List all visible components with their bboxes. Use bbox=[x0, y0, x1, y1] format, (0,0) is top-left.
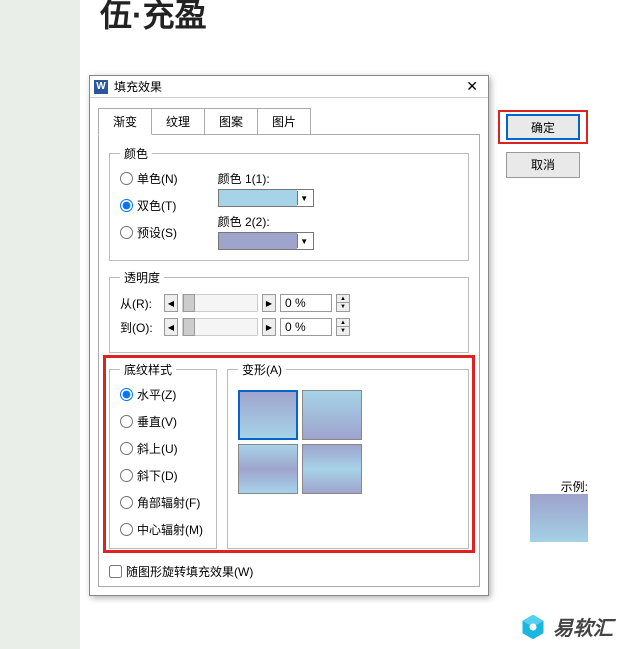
hex-icon bbox=[519, 613, 547, 641]
color1-picker[interactable]: ▼ bbox=[218, 189, 314, 207]
radio-diagonal-up-label: 斜上(U) bbox=[137, 440, 178, 457]
variant-3[interactable] bbox=[238, 444, 298, 494]
shading-style-legend: 底纹样式 bbox=[120, 361, 176, 378]
radio-from-center-label: 中心辐射(M) bbox=[137, 521, 203, 538]
from-slider[interactable] bbox=[182, 294, 258, 312]
page-title: 伍·充盈 bbox=[100, 0, 207, 36]
radio-single-color-label: 单色(N) bbox=[137, 170, 178, 187]
from-increment[interactable]: ▶ bbox=[262, 294, 276, 312]
radio-horizontal[interactable]: 水平(Z) bbox=[120, 386, 206, 403]
radio-from-corner[interactable]: 角部辐射(F) bbox=[120, 494, 206, 511]
to-spinner[interactable]: ▲▼ bbox=[336, 318, 350, 336]
radio-diagonal-up[interactable]: 斜上(U) bbox=[120, 440, 206, 457]
radio-single-color[interactable]: 单色(N) bbox=[120, 170, 178, 187]
to-slider[interactable] bbox=[182, 318, 258, 336]
to-decrement[interactable]: ◀ bbox=[164, 318, 178, 336]
tab-pattern[interactable]: 图案 bbox=[204, 108, 258, 134]
rotate-with-shape-checkbox[interactable]: 随图形旋转填充效果(W) bbox=[109, 563, 469, 580]
color2-swatch bbox=[219, 233, 297, 249]
radio-diagonal-down[interactable]: 斜下(D) bbox=[120, 467, 206, 484]
sample-label: 示例: bbox=[561, 478, 588, 495]
radio-diagonal-down-label: 斜下(D) bbox=[137, 467, 178, 484]
ok-button[interactable]: 确定 bbox=[506, 114, 580, 140]
dialog-titlebar: W 填充效果 ✕ bbox=[90, 76, 488, 98]
transparency-fieldset: 透明度 从(R): ◀ ▶ 0 % ▲▼ 到(O): ◀ ▶ 0 % ▲▼ bbox=[109, 269, 469, 353]
color2-label: 颜色 2(2): bbox=[218, 213, 314, 230]
transparency-legend: 透明度 bbox=[120, 269, 164, 286]
variant-legend: 变形(A) bbox=[238, 361, 286, 378]
from-label: 从(R): bbox=[120, 295, 160, 312]
tab-texture[interactable]: 纹理 bbox=[151, 108, 205, 134]
rotate-with-shape-label: 随图形旋转填充效果(W) bbox=[126, 563, 253, 580]
from-decrement[interactable]: ◀ bbox=[164, 294, 178, 312]
tab-gradient[interactable]: 渐变 bbox=[98, 108, 152, 135]
tab-picture[interactable]: 图片 bbox=[257, 108, 311, 134]
radio-from-center[interactable]: 中心辐射(M) bbox=[120, 521, 206, 538]
radio-horizontal-label: 水平(Z) bbox=[137, 386, 176, 403]
variant-1[interactable] bbox=[238, 390, 298, 440]
radio-preset-label: 预设(S) bbox=[137, 224, 177, 241]
color1-label: 颜色 1(1): bbox=[218, 170, 314, 187]
ok-highlight: 确定 bbox=[498, 110, 588, 144]
radio-preset[interactable]: 预设(S) bbox=[120, 224, 178, 241]
color1-swatch bbox=[219, 190, 297, 206]
watermark-logo: 易软汇 bbox=[519, 612, 613, 641]
color2-picker[interactable]: ▼ bbox=[218, 232, 314, 250]
shading-style-fieldset: 底纹样式 水平(Z) 垂直(V) 斜上(U) 斜下(D) 角部辐射(F) 中心辐… bbox=[109, 361, 217, 549]
close-icon[interactable]: ✕ bbox=[462, 78, 482, 95]
to-label: 到(O): bbox=[120, 319, 160, 336]
to-increment[interactable]: ▶ bbox=[262, 318, 276, 336]
app-icon: W bbox=[94, 80, 108, 94]
chevron-down-icon[interactable]: ▼ bbox=[297, 191, 311, 205]
slider-thumb[interactable] bbox=[183, 318, 195, 336]
radio-vertical-label: 垂直(V) bbox=[137, 413, 177, 430]
from-spinner[interactable]: ▲▼ bbox=[336, 294, 350, 312]
color-fieldset: 颜色 单色(N) 双色(T) 预设(S) bbox=[109, 145, 469, 261]
chevron-down-icon[interactable]: ▼ bbox=[297, 234, 311, 248]
watermark-text: 易软汇 bbox=[553, 612, 613, 641]
fill-effects-dialog: W 填充效果 ✕ 确定 取消 示例: 渐变 纹理 图案 图片 颜色 bbox=[89, 75, 489, 596]
to-value[interactable]: 0 % bbox=[280, 318, 332, 336]
from-value[interactable]: 0 % bbox=[280, 294, 332, 312]
cancel-button[interactable]: 取消 bbox=[506, 152, 580, 178]
sample-preview bbox=[530, 494, 588, 542]
dialog-title: 填充效果 bbox=[114, 78, 162, 95]
variant-fieldset: 变形(A) bbox=[227, 361, 469, 549]
radio-from-corner-label: 角部辐射(F) bbox=[137, 494, 200, 511]
radio-two-color-label: 双色(T) bbox=[137, 197, 176, 214]
tab-strip: 渐变 纹理 图案 图片 bbox=[98, 108, 480, 135]
color-legend: 颜色 bbox=[120, 145, 152, 162]
radio-vertical[interactable]: 垂直(V) bbox=[120, 413, 206, 430]
radio-two-color[interactable]: 双色(T) bbox=[120, 197, 178, 214]
tab-panel-gradient: 颜色 单色(N) 双色(T) 预设(S) bbox=[98, 135, 480, 587]
variant-2[interactable] bbox=[302, 390, 362, 440]
slider-thumb[interactable] bbox=[183, 294, 195, 312]
variant-4[interactable] bbox=[302, 444, 362, 494]
